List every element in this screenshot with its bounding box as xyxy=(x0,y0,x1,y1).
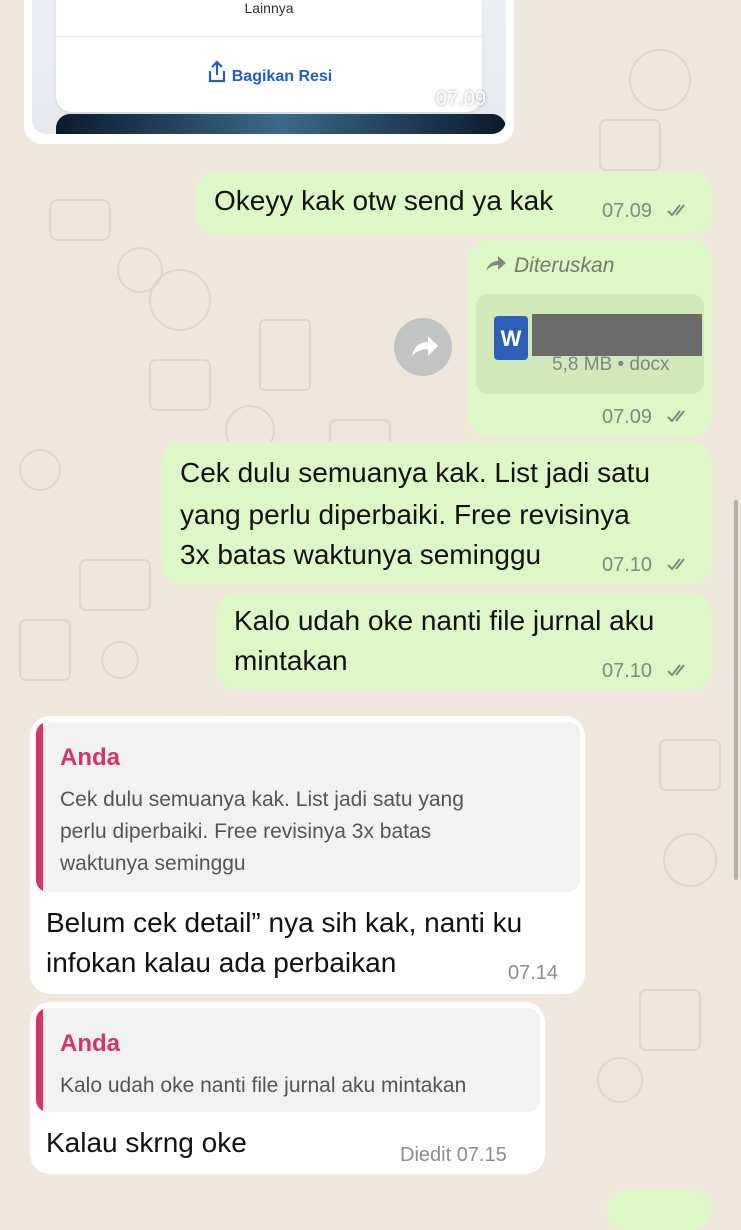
share-receipt-button[interactable]: Bagikan Resi xyxy=(56,60,482,89)
message-time: 07.14 xyxy=(508,962,559,984)
double-check-icon xyxy=(667,410,685,423)
share-icon xyxy=(206,60,228,89)
quoted-message[interactable]: Anda Cek dulu semuanya kak. List jadi sa… xyxy=(36,722,580,892)
message-line: Cek dulu semuanya kak. List jadi satu xyxy=(180,457,651,488)
double-check-icon xyxy=(667,558,685,571)
share-label: Bagikan Resi xyxy=(231,68,333,85)
word-doc-letter: W xyxy=(500,326,522,351)
message-text: Kalau skrng oke xyxy=(46,1127,247,1158)
outgoing-message[interactable]: Cek dulu semuanya kak. List jadi satu ya… xyxy=(162,442,712,584)
message-line: Belum cek detail” nya sih kak, nanti ku xyxy=(46,907,523,938)
incoming-reply-message[interactable]: Anda Cek dulu semuanya kak. List jadi sa… xyxy=(30,716,585,994)
quote-author: Anda xyxy=(60,744,120,771)
redacted-filename xyxy=(532,314,702,356)
file-meta: 5,8 MB • docx xyxy=(552,354,670,375)
outgoing-message-partial[interactable] xyxy=(606,1190,712,1230)
quote-accent-bar xyxy=(36,722,43,892)
quoted-message[interactable]: Anda Kalo udah oke nanti file jurnal aku… xyxy=(36,1008,540,1112)
message-line: 3x batas waktunya seminggu xyxy=(180,539,542,570)
quote-line: Cek dulu semuanya kak. List jadi satu ya… xyxy=(60,788,464,811)
incoming-reply-message[interactable]: Anda Kalo udah oke nanti file jurnal aku… xyxy=(30,1002,545,1174)
message-line: mintakan xyxy=(234,645,348,676)
receipt-card: Lainnya Bagikan Resi xyxy=(56,0,482,112)
quote-author: Anda xyxy=(60,1030,120,1057)
outgoing-message[interactable]: Okeyy kak otw send ya kak 07.09 xyxy=(196,172,712,234)
document-attachment[interactable]: W 5,8 MB • docx xyxy=(476,294,704,394)
word-doc-icon: W xyxy=(494,316,528,360)
outgoing-message[interactable]: Kalo udah oke nanti file jurnal aku mint… xyxy=(216,594,712,690)
message-line: infokan kalau ada perbaikan xyxy=(46,947,397,978)
message-time: 07.09 xyxy=(602,406,653,428)
message-line: yang perlu diperbaiki. Free revisinya xyxy=(180,499,630,530)
message-text: Okeyy kak otw send ya kak xyxy=(214,185,554,216)
scrollbar[interactable] xyxy=(734,500,738,880)
receipt-image: Lainnya Bagikan Resi 07.09 xyxy=(32,0,506,134)
forwarded-document-message[interactable]: Diteruskan W 5,8 MB • docx 07.09 xyxy=(468,240,712,436)
message-time: 07.10 xyxy=(602,554,653,576)
message-time: 07.09 xyxy=(435,88,486,110)
quote-accent-bar xyxy=(36,1008,43,1112)
quote-text: Kalo udah oke nanti file jurnal aku mint… xyxy=(60,1074,467,1097)
message-time: 07.09 xyxy=(602,200,653,222)
double-check-icon xyxy=(667,204,685,217)
quote-line: waktunya seminggu xyxy=(60,852,246,875)
forward-arrow-icon xyxy=(484,254,508,280)
image-bottom-strip xyxy=(56,114,506,134)
forward-arrow-icon xyxy=(412,336,438,356)
double-check-icon xyxy=(667,664,685,677)
receipt-divider xyxy=(56,36,482,37)
forward-button[interactable] xyxy=(394,318,452,376)
message-line: Kalo udah oke nanti file jurnal aku xyxy=(234,605,655,636)
forwarded-label-row: Diteruskan xyxy=(484,254,614,280)
receipt-image-message[interactable]: Lainnya Bagikan Resi 07.09 xyxy=(24,0,514,144)
edited-time: Diedit 07.15 xyxy=(400,1144,507,1166)
more-label[interactable]: Lainnya xyxy=(56,0,482,16)
quote-line: perlu diperbaiki. Free revisinya 3x bata… xyxy=(60,820,432,843)
forwarded-label: Diteruskan xyxy=(514,254,615,277)
message-time: 07.10 xyxy=(602,660,653,682)
